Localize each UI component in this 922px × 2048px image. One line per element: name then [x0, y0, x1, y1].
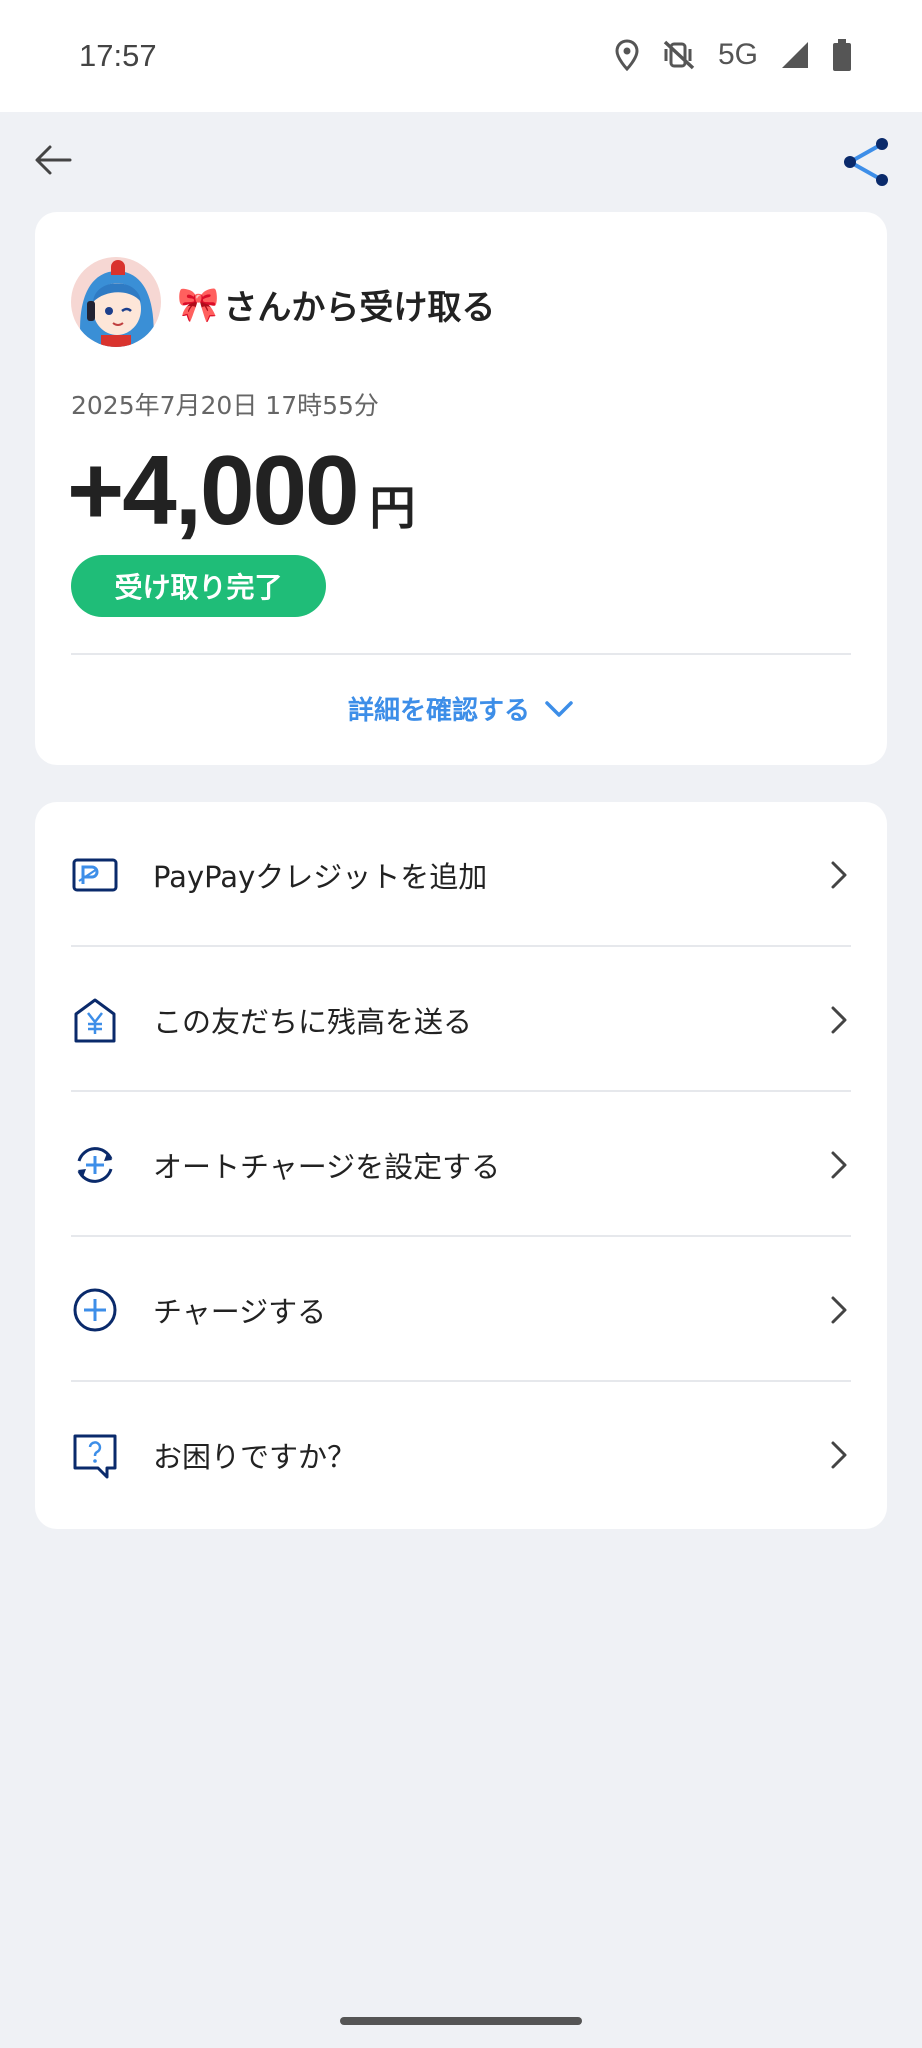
status-time: 17:57 — [79, 38, 157, 73]
chevron-right-icon — [831, 1151, 847, 1178]
amount-display: +4,000 円 — [67, 434, 415, 547]
home-indicator[interactable] — [340, 2017, 582, 2025]
back-arrow-icon[interactable] — [30, 136, 78, 184]
menu-item-auto-charge[interactable]: オートチャージを設定する — [35, 1092, 887, 1237]
ribbon-emoji: 🎀 — [177, 284, 220, 325]
sender-line: 🎀 さんから受け取る — [177, 280, 495, 329]
transaction-date: 2025年7月20日 17時55分 — [71, 391, 379, 420]
menu-item-send-balance[interactable]: この友だちに残高を送る — [35, 947, 887, 1092]
menu-label: チャージする — [153, 1294, 327, 1329]
chevron-down-icon — [545, 700, 573, 717]
sender-avatar[interactable] — [71, 257, 161, 347]
menu-item-add-credit[interactable]: PayPayクレジットを追加 — [35, 802, 887, 947]
chevron-right-icon — [831, 1006, 847, 1033]
credit-card-icon — [72, 858, 118, 891]
menu-item-help[interactable]: お困りですか？ — [35, 1382, 887, 1527]
status-badge: 受け取り完了 — [71, 555, 326, 617]
details-toggle-button[interactable]: 詳細を確認する — [35, 690, 887, 727]
share-icon[interactable] — [840, 136, 892, 188]
menu-label: お困りですか？ — [153, 1439, 357, 1474]
status-icons: 5G — [614, 38, 852, 72]
app-bar — [0, 112, 922, 212]
menu-item-charge[interactable]: チャージする — [35, 1237, 887, 1382]
plus-circle-icon — [73, 1288, 117, 1331]
network-type: 5G — [717, 38, 758, 71]
action-menu-card: PayPayクレジットを追加 この友だちに残高を送る オートチャージを設定する — [35, 802, 887, 1529]
divider — [71, 653, 851, 655]
menu-label: この友だちに残高を送る — [153, 1004, 473, 1039]
transaction-card: 🎀 さんから受け取る 2025年7月20日 17時55分 +4,000 円 受け… — [35, 212, 887, 765]
help-chat-icon — [73, 1434, 117, 1478]
menu-label: PayPayクレジットを追加 — [153, 859, 488, 894]
details-label: 詳細を確認する — [347, 696, 530, 726]
chevron-right-icon — [831, 861, 847, 888]
avatar-illustration-icon — [71, 257, 161, 347]
amount-value: +4,000 — [67, 435, 359, 545]
chevron-right-icon — [831, 1296, 847, 1323]
chevron-right-icon — [831, 1441, 847, 1468]
status-bar: 17:57 5G — [0, 0, 922, 112]
yen-house-icon — [74, 998, 116, 1042]
menu-label: オートチャージを設定する — [153, 1149, 501, 1184]
auto-charge-icon — [77, 1146, 113, 1183]
amount-currency: 円 — [369, 481, 416, 535]
location-icon — [615, 39, 639, 71]
sender-text: さんから受け取る — [223, 288, 496, 328]
mute-vibrate-icon — [663, 40, 695, 70]
signal-icon — [782, 42, 808, 68]
battery-icon — [833, 39, 851, 71]
